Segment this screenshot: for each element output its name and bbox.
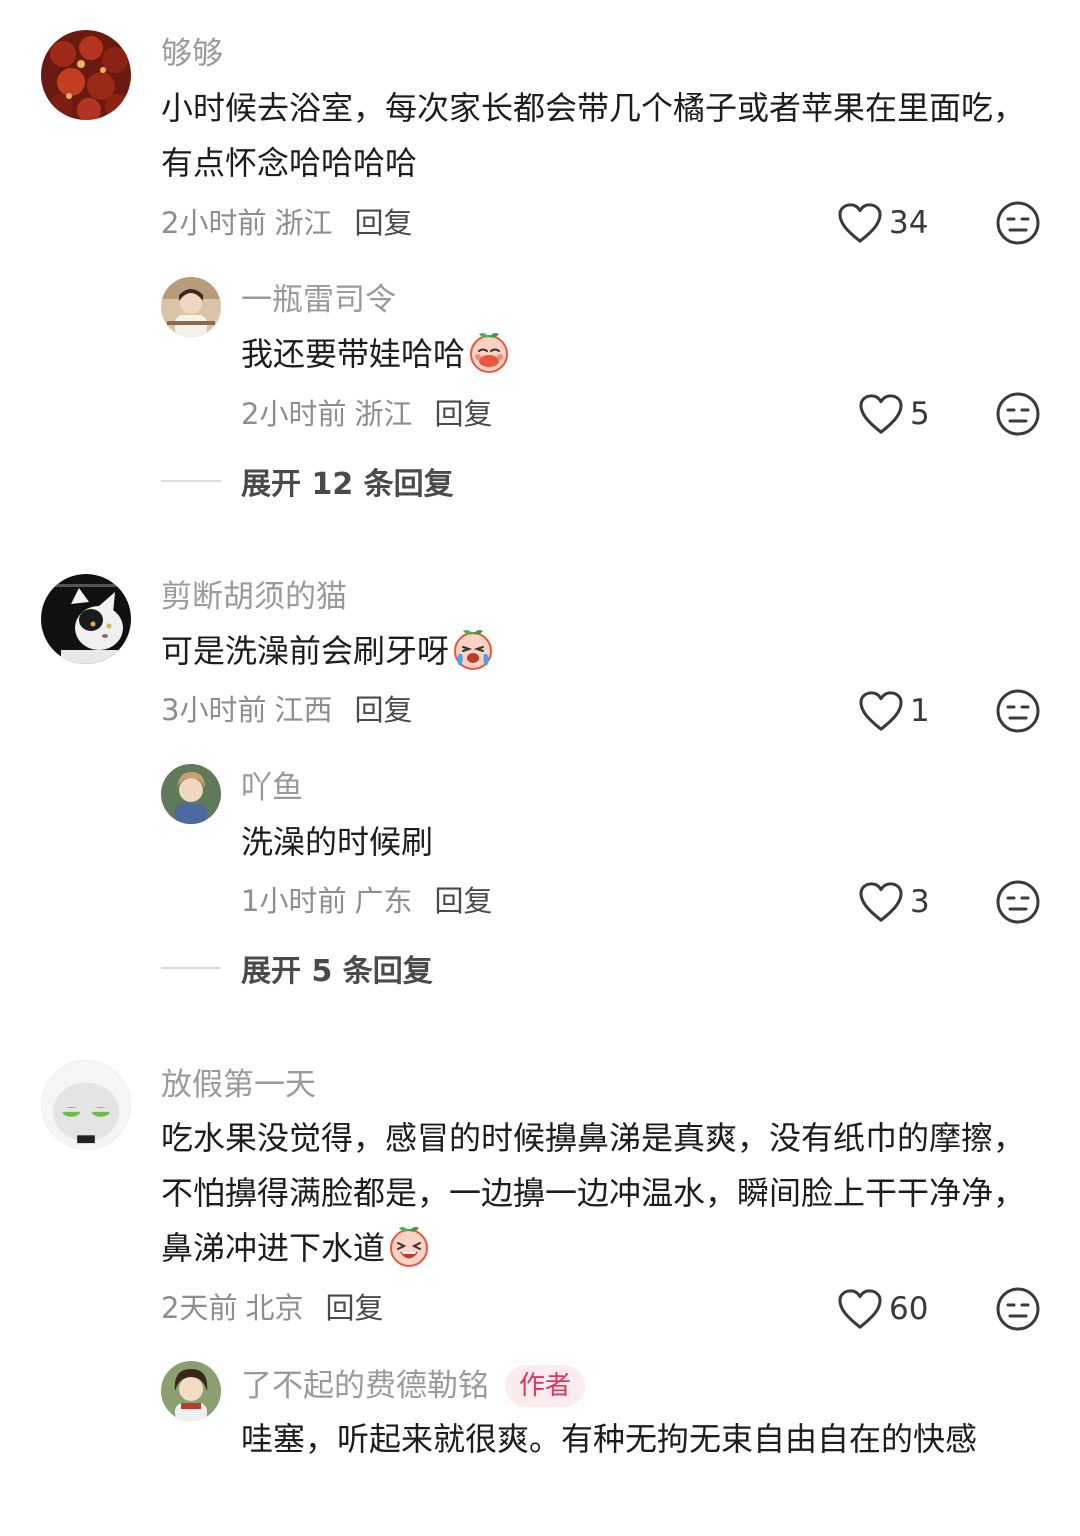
meh-face-icon [996,392,1040,436]
comment-list: 够够 小时候去浴室，每次家长都会带几个橘子或者苹果在里面吃，有点怀念哈哈哈哈 2… [0,0,1080,1536]
timestamp: 1小时前 [241,884,347,918]
comment-text: 可是洗澡前会刷牙呀 [161,624,1041,679]
divider [161,480,221,482]
like-count: 1 [910,693,930,729]
dislike-button[interactable] [995,688,1041,734]
timestamp: 3小时前 [161,693,267,727]
location: 浙江 [274,206,333,240]
reply-text: 洗澡的时候刷 [241,823,434,861]
dislike-button[interactable] [995,1286,1041,1332]
username[interactable]: 放假第一天 [161,1065,316,1105]
username[interactable]: 一瓶雷司令 [241,280,396,320]
timestamp: 2天前 [161,1291,238,1325]
meh-face-icon [996,1287,1040,1331]
expand-replies-label: 展开 12 条回复 [241,467,454,502]
comment-meta: 3小时前 江西 回复 [161,690,412,730]
location: 广东 [354,884,413,918]
timestamp: 2小时前 [241,397,347,431]
like-count: 60 [889,1291,929,1327]
comment-text: 小时候去浴室，每次家长都会带几个橘子或者苹果在里面吃，有点怀念哈哈哈哈 [161,89,1026,182]
meh-face-icon [996,689,1040,733]
like-count: 3 [910,884,930,920]
username[interactable]: 够够 [161,34,223,74]
avatar-person-image [161,277,221,337]
avatar[interactable] [41,574,131,664]
reply-button[interactable]: 回复 [325,1291,383,1325]
reply-button[interactable]: 回复 [434,397,492,431]
like-button[interactable]: 34 [837,198,928,248]
expand-replies-button[interactable]: 展开 5 条回复 [161,948,433,989]
avatar[interactable] [161,277,221,337]
reply-meta: 1小时前 广东 回复 [241,881,492,921]
heart-icon [859,882,903,922]
dislike-button[interactable] [995,879,1041,925]
location: 北京 [245,1291,304,1325]
reply-text: 哇塞，听起来就很爽。有种无拘无束自由自在的快感 [241,1420,978,1458]
comment-meta: 2天前 北京 回复 [161,1288,383,1328]
like-count: 34 [889,205,929,241]
avatar-robot-image [42,1061,130,1149]
heart-icon [838,203,882,243]
like-button[interactable]: 60 [837,1284,928,1334]
dislike-button[interactable] [995,200,1041,246]
comment-text: 吃水果没觉得，感冒的时候擤鼻涕是真爽，没有纸巾的摩擦，不怕擤得满脸都是，一边擤一… [161,1119,1026,1267]
laughing-peach-emoji [387,1223,431,1267]
reply-button[interactable]: 回复 [354,206,412,240]
avatar[interactable] [41,1060,131,1150]
heart-icon [859,394,903,434]
avatar-food-image [41,30,131,120]
location: 江西 [274,693,333,727]
avatar-person-image [161,764,221,824]
crying-peach-emoji [451,626,495,670]
expand-replies-label: 展开 5 条回复 [241,954,433,989]
username-row: 了不起的费德勒铭 作者 [241,1365,586,1407]
avatar[interactable] [161,1361,221,1421]
like-button[interactable]: 5 [858,389,930,439]
username[interactable]: 了不起的费德勒铭 [241,1368,489,1404]
avatar-cat-image [41,574,131,664]
avatar[interactable] [41,30,131,120]
heart-icon [838,1289,882,1329]
author-badge: 作者 [505,1365,586,1407]
avatar[interactable] [161,764,221,824]
timestamp: 2小时前 [161,206,267,240]
expand-replies-button[interactable]: 展开 12 条回复 [161,461,454,502]
like-count: 5 [910,396,930,432]
comment-meta: 2小时前 浙江 回复 [161,203,412,243]
reply-text: 我还要带娃哈哈 [241,327,1041,382]
divider [161,967,221,969]
reply-meta: 2小时前 浙江 回复 [241,394,492,434]
blush-peach-emoji [467,329,511,373]
dislike-button[interactable] [995,391,1041,437]
like-button[interactable]: 1 [858,686,930,736]
avatar-anime-image [161,1361,221,1421]
username[interactable]: 吖鱼 [241,768,303,808]
username[interactable]: 剪断胡须的猫 [161,577,347,617]
location: 浙江 [354,397,413,431]
reply-button[interactable]: 回复 [354,693,412,727]
like-button[interactable]: 3 [858,877,930,927]
meh-face-icon [996,880,1040,924]
reply-button[interactable]: 回复 [434,884,492,918]
meh-face-icon [996,201,1040,245]
heart-icon [859,691,903,731]
